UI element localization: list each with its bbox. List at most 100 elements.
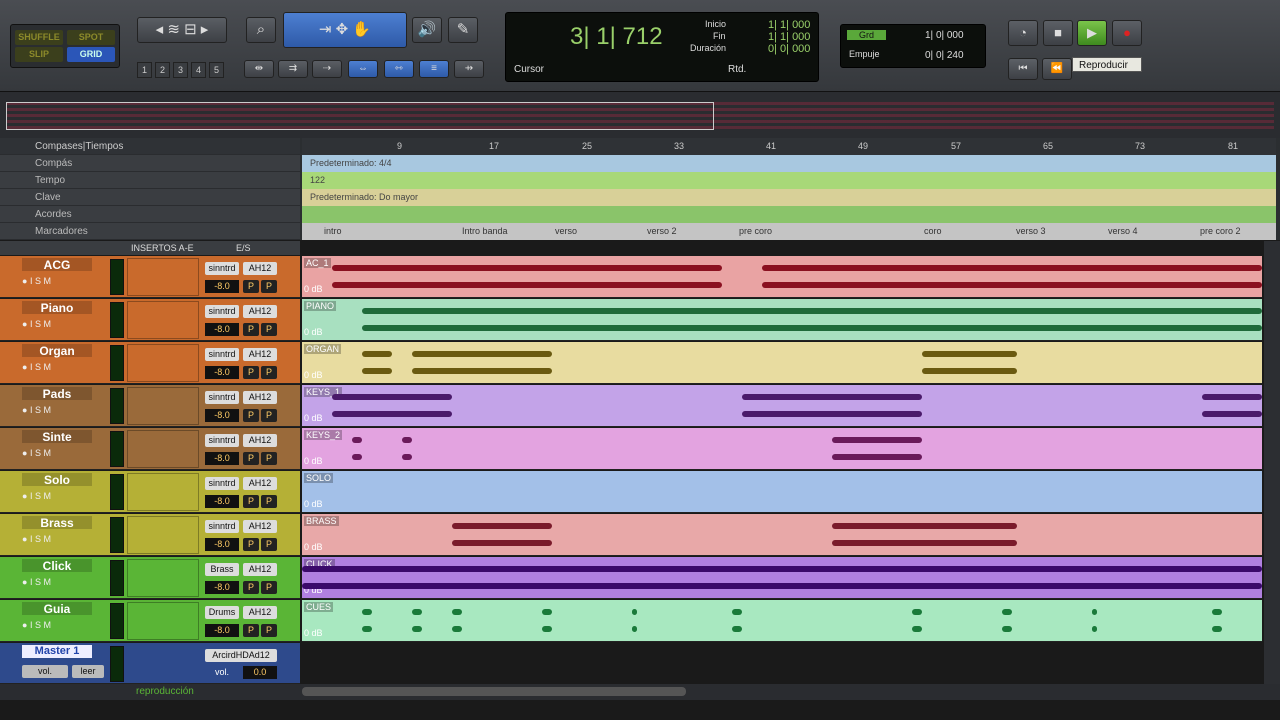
- track-output[interactable]: AH12: [243, 606, 277, 619]
- marker-verso[interactable]: verso: [555, 223, 577, 240]
- record-enable-button[interactable]: ●: [22, 276, 30, 286]
- track-input[interactable]: Drums: [205, 606, 239, 619]
- marker-pre-coro[interactable]: pre coro: [739, 223, 772, 240]
- track-lane[interactable]: SOLO 0 dB: [302, 471, 1262, 513]
- pan-button-2[interactable]: P: [261, 323, 277, 336]
- record-enable-button[interactable]: ●: [22, 405, 30, 415]
- master-automation-mode[interactable]: leer: [72, 665, 104, 678]
- horizontal-scrollbar[interactable]: [302, 687, 686, 696]
- insert-slots[interactable]: [127, 258, 199, 296]
- link-timeline-icon[interactable]: ⇉: [278, 60, 308, 78]
- track-volume[interactable]: -8.0: [205, 409, 239, 422]
- pan-button-2[interactable]: P: [261, 581, 277, 594]
- track-output[interactable]: AH12: [243, 563, 277, 576]
- pan-button[interactable]: P: [243, 280, 259, 293]
- track-lane[interactable]: CLICK 0 dB: [302, 557, 1262, 599]
- clip-gain[interactable]: 0 dB: [304, 284, 323, 294]
- smart-tool-button[interactable]: ⇥ ✥ ✋: [283, 12, 407, 48]
- pan-button[interactable]: P: [243, 452, 259, 465]
- markers-ruler[interactable]: intro Intro banda verso verso 2 pre coro…: [302, 223, 1276, 240]
- clip-name[interactable]: PIANO: [304, 301, 337, 311]
- master-vol-value[interactable]: 0.0: [243, 666, 277, 679]
- track-input[interactable]: Brass: [205, 563, 239, 576]
- clip-gain[interactable]: 0 dB: [304, 327, 323, 337]
- zoom-preset-2[interactable]: 2: [155, 62, 170, 78]
- record-enable-button[interactable]: ●: [22, 534, 30, 544]
- marker-intro[interactable]: intro: [324, 223, 342, 240]
- marker-coro[interactable]: coro: [924, 223, 942, 240]
- track-header[interactable]: Brass ● I S M sinntrd AH12 -8.0 P P: [0, 514, 300, 556]
- track-volume[interactable]: -8.0: [205, 280, 239, 293]
- ruler-compas[interactable]: Compás: [0, 155, 300, 172]
- record-button[interactable]: ●: [1112, 20, 1142, 46]
- record-enable-button[interactable]: ●: [22, 491, 30, 501]
- track-output[interactable]: AH12: [243, 520, 277, 533]
- clip-gain[interactable]: 0 dB: [304, 413, 323, 423]
- track-header[interactable]: Pads ● I S M sinntrd AH12 -8.0 P P: [0, 385, 300, 427]
- meter-ruler[interactable]: Predeterminado: 4/4: [302, 155, 1276, 172]
- track-lane[interactable]: KEYS_1 0 dB: [302, 385, 1262, 427]
- track-input[interactable]: sinntrd: [205, 434, 239, 447]
- track-header[interactable]: Piano ● I S M sinntrd AH12 -8.0 P P: [0, 299, 300, 341]
- stop-button[interactable]: ■: [1043, 20, 1073, 46]
- ruler-marcadores[interactable]: Marcadores: [0, 223, 300, 240]
- link-track-icon[interactable]: ⇢: [312, 60, 342, 78]
- marker-intro-banda[interactable]: Intro banda: [462, 223, 508, 240]
- master-track[interactable]: Master 1 vol. leer ArcirdHDAd12 vol. 0.0: [0, 643, 300, 684]
- insert-slots[interactable]: [127, 602, 199, 640]
- track-header[interactable]: Guia ● I S M Drums AH12 -8.0 P P: [0, 600, 300, 642]
- track-output[interactable]: AH12: [243, 477, 277, 490]
- mute-button[interactable]: M: [43, 276, 51, 286]
- track-name[interactable]: Sinte: [22, 430, 92, 444]
- pan-button-2[interactable]: P: [261, 409, 277, 422]
- zoom-waveform-button[interactable]: ◂ ≋ ⊟ ▸: [137, 17, 227, 43]
- scrubber-tool-icon[interactable]: 🔊: [412, 17, 442, 43]
- clip-gain[interactable]: 0 dB: [304, 370, 323, 380]
- record-enable-button[interactable]: ●: [22, 319, 30, 329]
- pan-button[interactable]: P: [243, 624, 259, 637]
- track-volume[interactable]: -8.0: [205, 366, 239, 379]
- insert-slots[interactable]: [127, 473, 199, 511]
- clip-gain[interactable]: 0 dB: [304, 628, 323, 638]
- pan-button-2[interactable]: P: [261, 366, 277, 379]
- clip-name[interactable]: SOLO: [304, 473, 334, 483]
- track-output[interactable]: AH12: [243, 348, 277, 361]
- track-header[interactable]: Click ● I S M Brass AH12 -8.0 P P: [0, 557, 300, 599]
- track-output[interactable]: AH12: [243, 434, 277, 447]
- marker-verso-2[interactable]: verso 2: [647, 223, 677, 240]
- return-to-zero-button[interactable]: ⏮: [1008, 58, 1038, 80]
- zoom-preset-4[interactable]: 4: [191, 62, 206, 78]
- master-track-name[interactable]: Master 1: [22, 645, 92, 658]
- clip-name[interactable]: CUES: [304, 602, 334, 612]
- mute-button[interactable]: M: [43, 319, 51, 329]
- slip-mode-button[interactable]: SLIP: [15, 47, 63, 62]
- ruler-clave[interactable]: Clave: [0, 189, 300, 206]
- insert-slots[interactable]: [127, 430, 199, 468]
- clip-gain[interactable]: 0 dB: [304, 456, 323, 466]
- ruler-acordes[interactable]: Acordes: [0, 206, 300, 223]
- track-output[interactable]: AH12: [243, 391, 277, 404]
- track-header[interactable]: Solo ● I S M sinntrd AH12 -8.0 P P: [0, 471, 300, 513]
- insert-slots[interactable]: [127, 344, 199, 382]
- chord-ruler[interactable]: [302, 206, 1276, 223]
- zoom-tool-icon[interactable]: ⌕: [246, 17, 276, 43]
- mute-button[interactable]: M: [43, 577, 51, 587]
- track-lane[interactable]: ORGAN 0 dB: [302, 342, 1262, 384]
- online-button[interactable]: ◔: [1008, 20, 1038, 46]
- track-volume[interactable]: -8.0: [205, 495, 239, 508]
- rtd-label[interactable]: Rtd.: [728, 64, 746, 75]
- pan-button-2[interactable]: P: [261, 280, 277, 293]
- track-input[interactable]: sinntrd: [205, 305, 239, 318]
- nudge-icon[interactable]: ⇸: [454, 60, 484, 78]
- vertical-scrollbar[interactable]: [1264, 241, 1280, 684]
- session-overview[interactable]: [0, 92, 1280, 138]
- record-enable-button[interactable]: ●: [22, 362, 30, 372]
- master-vol-selector[interactable]: vol.: [22, 665, 68, 678]
- pan-button-2[interactable]: P: [261, 495, 277, 508]
- track-name[interactable]: ACG: [22, 258, 92, 272]
- clip-name[interactable]: BRASS: [304, 516, 339, 526]
- bars-ruler[interactable]: 9 17 25 33 41 49 57 65 73 81: [302, 138, 1276, 155]
- track-name[interactable]: Brass: [22, 516, 92, 530]
- ruler-header[interactable]: Compases|Tiempos: [0, 138, 300, 155]
- clip-name[interactable]: ORGAN: [304, 344, 342, 354]
